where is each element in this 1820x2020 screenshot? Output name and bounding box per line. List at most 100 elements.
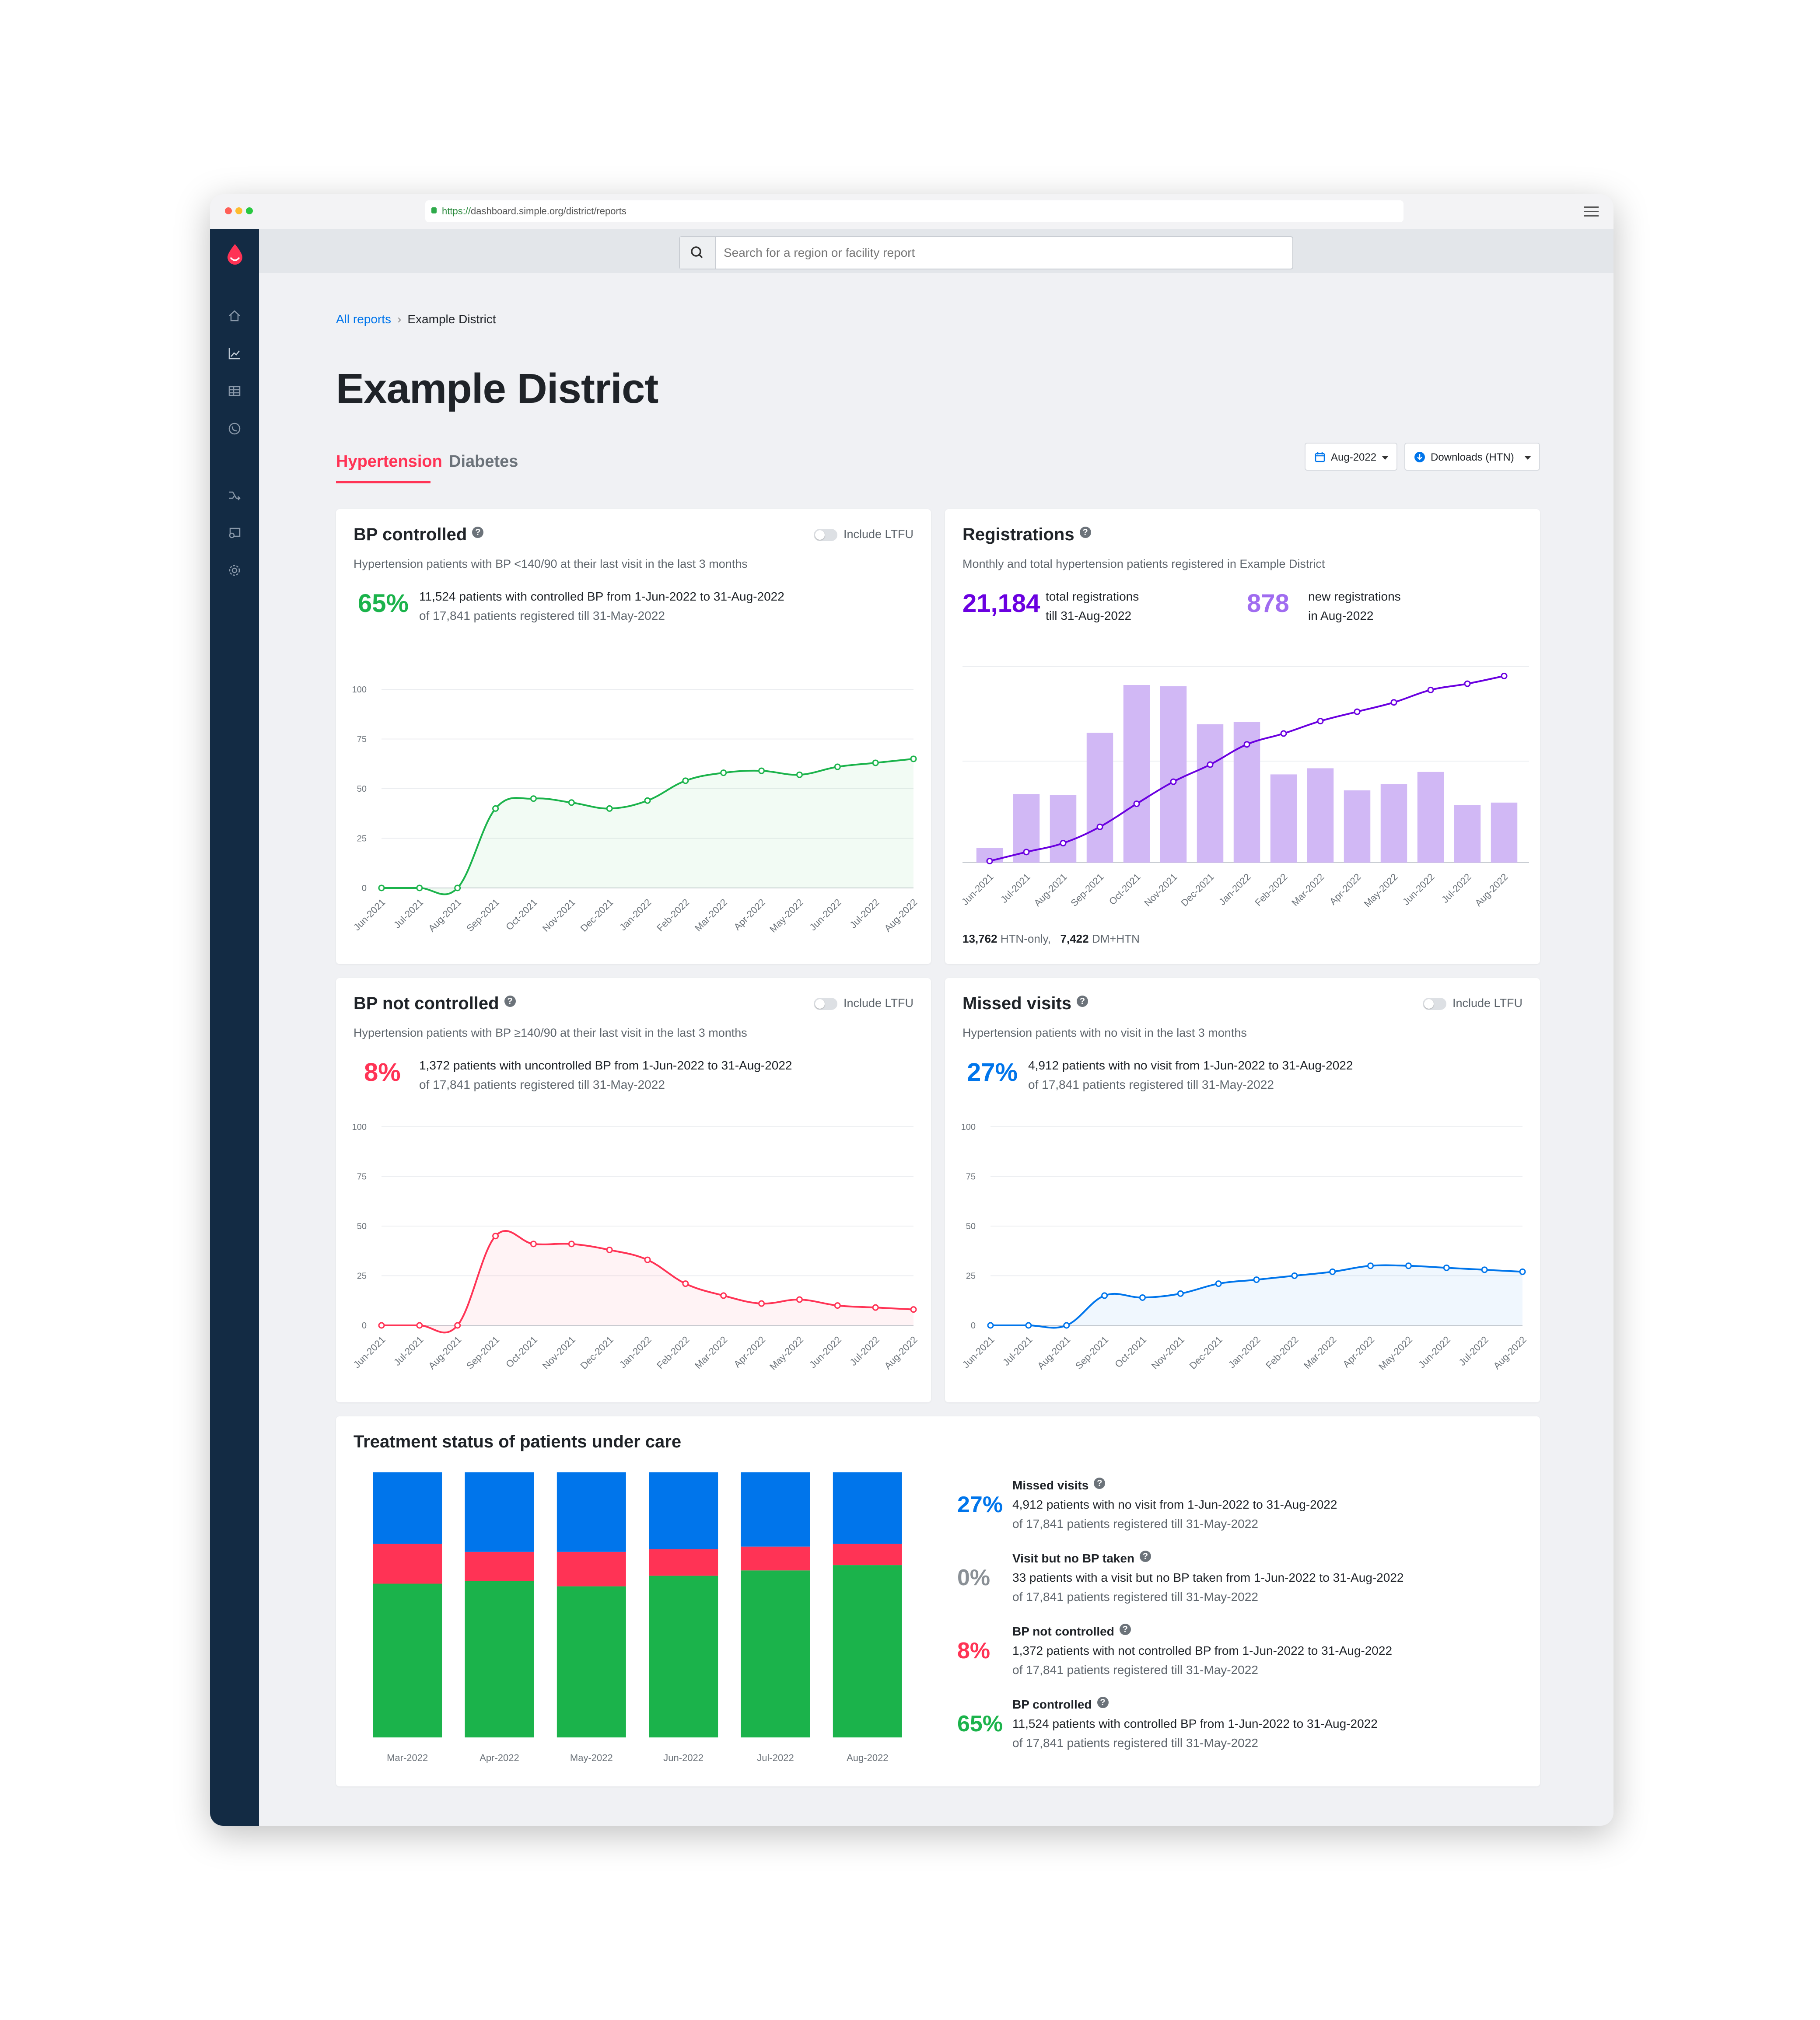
data-point	[987, 1322, 994, 1329]
settings-gear-icon[interactable]	[226, 562, 243, 579]
x-tick-label: May-2022	[767, 897, 805, 935]
series-area	[382, 1230, 914, 1333]
data-point	[1139, 1294, 1146, 1301]
chevron-down-icon	[1524, 456, 1531, 460]
cumulative-point	[1207, 761, 1214, 768]
data-point	[1063, 1322, 1070, 1329]
data-point	[720, 1292, 727, 1299]
tab-hypertension[interactable]: Hypertension	[336, 452, 442, 471]
data-point	[720, 769, 727, 776]
x-tick-label: Jun-2022	[807, 1334, 844, 1370]
address-bar[interactable]: https://dashboard.simple.org/district/re…	[425, 200, 1404, 222]
registration-bar	[1344, 790, 1371, 863]
y-tick-label: 25	[966, 1272, 976, 1281]
x-tick-label: Mar-2022	[693, 897, 729, 933]
data-point	[454, 1322, 461, 1329]
breadcrumb-all-reports-link[interactable]: All reports	[336, 312, 391, 326]
x-tick-label: Apr-2022	[732, 897, 767, 933]
data-point	[644, 797, 651, 804]
period-dropdown[interactable]: Aug-2022	[1305, 443, 1397, 471]
x-tick-label: Jul-2022	[1439, 871, 1473, 905]
x-tick-label: Oct-2021	[1107, 871, 1143, 907]
bp-not-controlled-card: BP not controlled? Include LTFU Hyperten…	[336, 978, 931, 1402]
reports-chart-icon[interactable]	[226, 345, 243, 362]
treatment-item-description: Missed visits? 4,912 patients with no vis…	[1012, 1478, 1337, 1531]
stacked-bar-segment	[649, 1549, 718, 1576]
data-point	[416, 884, 423, 891]
x-tick-label: Feb-2022	[1264, 1334, 1300, 1371]
help-question-icon[interactable]: ?	[1097, 1697, 1109, 1708]
data-point	[1367, 1262, 1374, 1269]
phone-icon[interactable]	[226, 420, 243, 437]
chevron-down-icon	[1382, 456, 1389, 460]
stacked-bar-segment	[465, 1472, 534, 1552]
sidebar	[210, 229, 259, 1826]
help-question-icon[interactable]: ?	[1119, 1624, 1131, 1635]
data-point	[1519, 1268, 1526, 1275]
browser-titlebar: https://dashboard.simple.org/district/re…	[210, 194, 1614, 229]
search-button[interactable]	[680, 237, 716, 269]
help-question-icon[interactable]: ?	[1094, 1478, 1106, 1489]
data-point	[1253, 1276, 1260, 1283]
table-icon[interactable]	[226, 382, 243, 400]
y-tick-label: 75	[357, 735, 367, 744]
stacked-bar-segment	[373, 1472, 442, 1544]
registrations-breakdown: 13,762 HTN-only, 7,422 DM+HTN	[962, 932, 1140, 945]
x-tick-label: Nov-2021	[1149, 1334, 1186, 1371]
y-tick-label: 0	[971, 1321, 976, 1331]
registrations-chart: Jun-2021 Jul-2021Aug-2021Sep-2021 Oct-2021…	[959, 666, 1529, 909]
y-tick-label: 25	[357, 834, 367, 844]
data-point	[492, 1233, 499, 1240]
x-tick-label: Mar-2022	[693, 1334, 729, 1371]
cumulative-point	[1317, 717, 1324, 724]
period-dropdown-label: Aug-2022	[1331, 451, 1377, 463]
data-point	[758, 767, 765, 774]
cumulative-point	[1427, 686, 1434, 693]
data-point	[1025, 1322, 1032, 1329]
x-tick-label: Mar-2022	[387, 1752, 428, 1763]
cumulative-point	[1060, 840, 1067, 847]
data-point	[1101, 1292, 1108, 1299]
close-window-dot[interactable]	[225, 207, 232, 214]
x-tick-label: Jun-2021	[351, 1334, 388, 1370]
x-tick-label: Aug-2022	[882, 1334, 919, 1371]
x-tick-label: Dec-2021	[578, 897, 616, 934]
x-tick-label: May-2022	[570, 1752, 613, 1763]
admin-user-icon[interactable]	[226, 524, 243, 542]
merge-icon[interactable]	[226, 486, 243, 504]
data-point	[1329, 1268, 1336, 1275]
treatment-item-percent: 8%	[957, 1638, 990, 1664]
registration-bar	[1380, 784, 1407, 863]
x-tick-label: Sep-2021	[1068, 871, 1106, 909]
x-tick-label: Oct-2021	[504, 897, 539, 933]
downloads-dropdown[interactable]: Downloads (HTN)	[1404, 443, 1540, 471]
x-tick-label: Mar-2022	[1289, 871, 1326, 908]
home-icon[interactable]	[226, 307, 243, 325]
data-point	[682, 777, 689, 784]
hamburger-menu-icon[interactable]	[1584, 206, 1599, 217]
data-point	[872, 759, 879, 766]
x-tick-label: Mar-2022	[1302, 1334, 1338, 1371]
cumulative-point	[1096, 823, 1103, 830]
treatment-item-description: BP controlled? 11,524 patients with contr…	[1012, 1697, 1378, 1750]
x-tick-label: Apr-2022	[1340, 1334, 1376, 1370]
stacked-bar-segment	[556, 1552, 626, 1587]
x-tick-label: Apr-2022	[1327, 871, 1363, 907]
x-tick-label: Jun-2022	[1400, 871, 1437, 908]
zoom-window-dot[interactable]	[246, 207, 253, 214]
simple-logo-icon[interactable]	[227, 244, 243, 265]
data-point	[568, 799, 575, 806]
y-tick-label: 50	[966, 1222, 976, 1231]
x-tick-label: Sep-2021	[1073, 1334, 1110, 1371]
tab-diabetes[interactable]: Diabetes	[449, 452, 518, 471]
search-icon	[691, 246, 703, 259]
registration-bar	[1307, 768, 1334, 863]
search-input[interactable]	[724, 237, 1284, 269]
help-question-icon[interactable]: ?	[1140, 1551, 1152, 1562]
minimize-window-dot[interactable]	[235, 207, 242, 214]
missed-visits-card: Missed visits? Include LTFU Hypertension…	[945, 978, 1540, 1402]
treatment-status-card: Treatment status of patients under care …	[336, 1416, 1540, 1786]
x-tick-label: Jan-2022	[1226, 1334, 1263, 1370]
data-point	[834, 763, 841, 770]
x-tick-label: Jul-2022	[1456, 1334, 1490, 1368]
